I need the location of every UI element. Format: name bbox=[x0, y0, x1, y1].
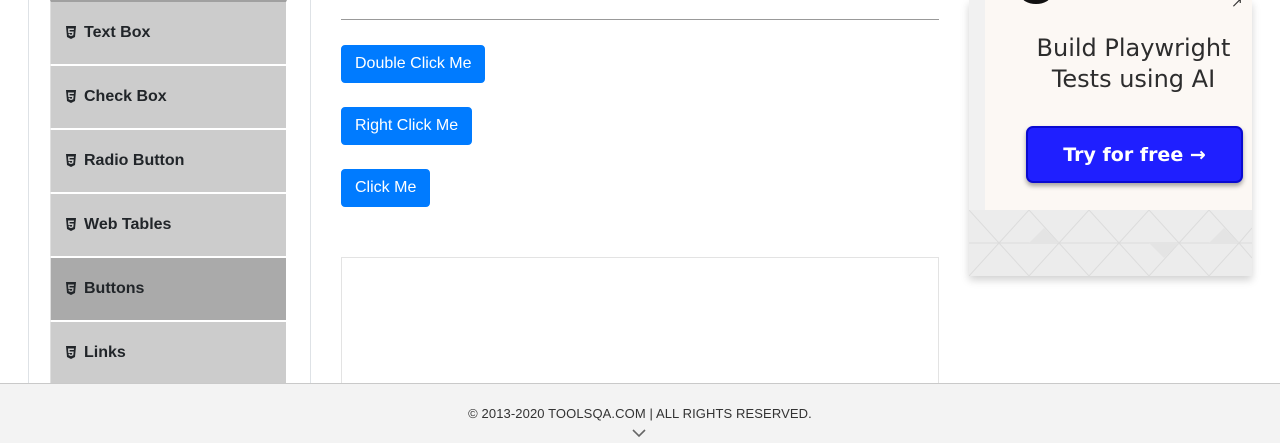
chevron-down-icon[interactable] bbox=[631, 428, 647, 438]
sidebar-item-buttons[interactable]: Buttons bbox=[50, 257, 287, 321]
right-click-button[interactable]: Right Click Me bbox=[341, 107, 473, 145]
ad-banner[interactable]: ↗ Build Playwright Tests using AI Try fo… bbox=[969, 0, 1252, 276]
click-me-button[interactable]: Click Me bbox=[341, 169, 431, 207]
sidebar-menu: Text Box Check Box Radio Button Web Tabl… bbox=[50, 0, 287, 385]
sidebar-item-radio-button[interactable]: Radio Button bbox=[50, 129, 287, 193]
sidebar-item-text-box[interactable]: Text Box bbox=[50, 0, 287, 65]
html5-icon bbox=[65, 218, 77, 232]
sidebar-item-label: Check Box bbox=[84, 88, 167, 105]
double-click-button[interactable]: Double Click Me bbox=[341, 45, 486, 83]
sidebar-item-check-box[interactable]: Check Box bbox=[50, 65, 287, 129]
sidebar-item-links[interactable]: Links bbox=[50, 321, 287, 385]
sidebar-item-label: Web Tables bbox=[84, 216, 172, 233]
html5-icon bbox=[65, 90, 77, 104]
footer: © 2013-2020 TOOLSQA.COM | ALL RIGHTS RES… bbox=[0, 383, 1280, 443]
ad-background-pattern bbox=[969, 210, 1252, 276]
ad-top-arrow-icon: ↗ bbox=[1231, 0, 1243, 10]
sidebar-item-label: Text Box bbox=[84, 24, 151, 41]
sidebar-item-label: Radio Button bbox=[84, 152, 185, 169]
ad-headline-line2: Tests using AI bbox=[1051, 65, 1216, 93]
html5-icon bbox=[65, 346, 77, 360]
ad-headline: Build Playwright Tests using AI bbox=[985, 33, 1252, 95]
divider bbox=[341, 19, 939, 20]
html5-icon bbox=[65, 282, 77, 296]
html5-icon bbox=[65, 26, 77, 40]
ad-card: ↗ Build Playwright Tests using AI Try fo… bbox=[985, 0, 1252, 210]
sidebar-item-label: Links bbox=[84, 344, 126, 361]
footer-copyright: © 2013-2020 TOOLSQA.COM | ALL RIGHTS RES… bbox=[468, 406, 812, 421]
sidebar-item-web-tables[interactable]: Web Tables bbox=[50, 193, 287, 257]
try-for-free-button[interactable]: Try for free → bbox=[1026, 126, 1243, 183]
ad-headline-line1: Build Playwright bbox=[1036, 34, 1231, 62]
ad-logo-icon bbox=[1021, 0, 1051, 4]
html5-icon bbox=[65, 154, 77, 168]
sidebar-item-label: Buttons bbox=[84, 280, 145, 297]
